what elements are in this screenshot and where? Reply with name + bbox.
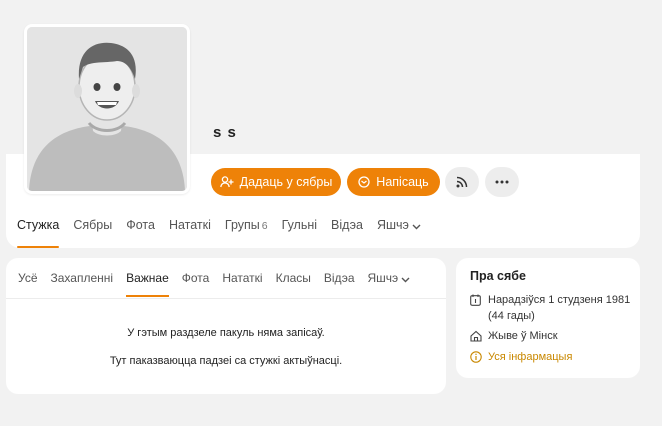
feed-filter-tabs: Усё Захапленні Важнае Фота Нататкі Класы…: [18, 271, 423, 297]
birthday-text: Нарадзіўся 1 студзеня 1981: [488, 294, 631, 306]
avatar-placeholder-icon: [27, 27, 187, 191]
age-text: (44 гады): [488, 310, 535, 322]
add-friend-icon: [219, 176, 234, 188]
chevron-down-icon: [412, 219, 421, 233]
filter-notes[interactable]: Нататкі: [222, 271, 262, 297]
location-text: Жыве ў Мінск: [488, 330, 558, 342]
profile-name: s s: [213, 124, 237, 141]
more-info-link[interactable]: Уся інфармацыя: [488, 349, 572, 365]
add-friend-button[interactable]: Дадаць у сябры: [211, 168, 341, 196]
birthday-row: Нарадзіўся 1 студзеня 1981 (44 гады): [470, 292, 630, 324]
more-icon: [495, 180, 509, 184]
tab-feed[interactable]: Стужка: [17, 218, 60, 248]
filter-photos[interactable]: Фота: [182, 271, 210, 297]
groups-count: 6: [261, 220, 268, 232]
profile-card: s s Дадаць у сябры Напісаць Стужка Сябры…: [6, 4, 640, 248]
rss-icon: [456, 176, 468, 188]
tab-video[interactable]: Відэа: [331, 218, 363, 248]
location-row: Жыве ў Мінск: [470, 328, 558, 344]
home-icon: [470, 328, 482, 344]
avatar[interactable]: [24, 24, 190, 194]
info-icon: [470, 349, 482, 365]
about-title: Пра сябе: [470, 269, 526, 283]
tab-groups[interactable]: Групы 6: [225, 218, 268, 248]
subscribe-button[interactable]: [445, 167, 479, 197]
about-card: Пра сябе Нарадзіўся 1 студзеня 1981 (44 …: [456, 258, 640, 378]
empty-state-hint: Тут паказваюцца падзеі са стужкі актыўна…: [109, 355, 343, 367]
filter-more[interactable]: Яшчэ: [368, 271, 411, 297]
filter-likes[interactable]: Класы: [276, 271, 311, 297]
tab-friends[interactable]: Сябры: [73, 218, 112, 248]
tab-games[interactable]: Гульні: [282, 218, 317, 248]
filter-important[interactable]: Важнае: [126, 271, 169, 297]
add-friend-label: Дадаць у сябры: [239, 175, 333, 189]
filter-hobbies[interactable]: Захапленні: [51, 271, 114, 297]
message-icon: [358, 176, 370, 188]
more-info-row[interactable]: Уся інфармацыя: [470, 349, 572, 365]
more-actions-button[interactable]: [485, 167, 519, 197]
profile-tabs: Стужка Сябры Фота Нататкі Групы 6 Гульні …: [17, 218, 435, 248]
filter-all[interactable]: Усё: [18, 271, 38, 297]
filter-video[interactable]: Відэа: [324, 271, 355, 297]
calendar-icon: [470, 292, 482, 324]
empty-state-message: У гэтым раздзеле пакуль няма запісаў.: [127, 327, 325, 339]
write-message-label: Напісаць: [376, 175, 429, 189]
write-message-button[interactable]: Напісаць: [347, 168, 440, 196]
divider: [6, 298, 446, 299]
tab-more[interactable]: Яшчэ: [377, 218, 421, 248]
chevron-down-icon: [401, 272, 410, 286]
tab-notes[interactable]: Нататкі: [169, 218, 211, 248]
feed-card: Усё Захапленні Важнае Фота Нататкі Класы…: [6, 258, 446, 394]
tab-photos[interactable]: Фота: [126, 218, 155, 248]
